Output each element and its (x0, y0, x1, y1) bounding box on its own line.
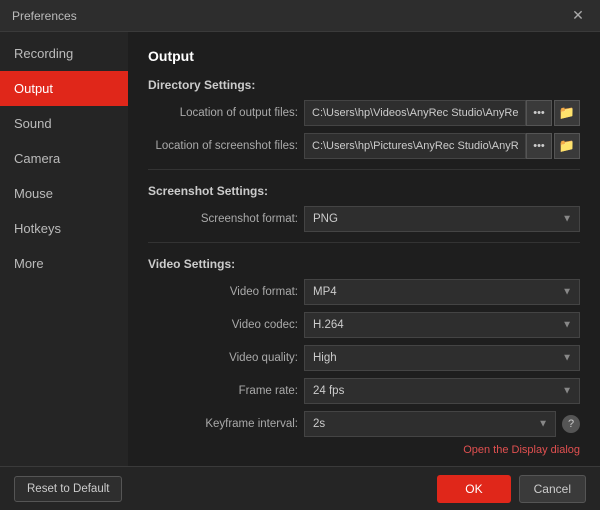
screenshot-files-row: Location of screenshot files: ••• 📁 (148, 133, 580, 159)
dialog-title: Preferences (12, 9, 77, 23)
title-bar: Preferences ✕ (0, 0, 600, 32)
preferences-dialog: Preferences ✕ Recording Output Sound Cam… (0, 0, 600, 510)
reset-button[interactable]: Reset to Default (14, 476, 122, 502)
output-files-input-group: ••• 📁 (304, 100, 580, 126)
output-files-row: Location of output files: ••• 📁 (148, 100, 580, 126)
sidebar-item-hotkeys[interactable]: Hotkeys (0, 211, 128, 246)
video-section-title: Video Settings: (148, 257, 580, 271)
output-folder-button[interactable]: 📁 (554, 100, 580, 126)
screenshot-format-select[interactable]: PNG JPG BMP GIF (304, 206, 580, 232)
close-button[interactable]: ✕ (568, 6, 588, 26)
video-quality-label: Video quality: (148, 352, 298, 364)
divider-2 (148, 242, 580, 243)
display-dialog-link[interactable]: Open the Display dialog (148, 444, 580, 456)
sidebar-item-more[interactable]: More (0, 246, 128, 281)
screenshot-files-input-group: ••• 📁 (304, 133, 580, 159)
keyframe-row: Keyframe interval: 1s2s3s5s ▼ ? (148, 411, 580, 437)
sidebar: Recording Output Sound Camera Mouse Hotk… (0, 32, 128, 466)
video-format-label: Video format: (148, 286, 298, 298)
cancel-button[interactable]: Cancel (519, 475, 586, 503)
video-codec-label: Video codec: (148, 319, 298, 331)
sidebar-item-sound[interactable]: Sound (0, 106, 128, 141)
footer-right: OK Cancel (437, 475, 586, 503)
sidebar-item-mouse[interactable]: Mouse (0, 176, 128, 211)
sidebar-item-recording[interactable]: Recording (0, 36, 128, 71)
divider-1 (148, 169, 580, 170)
screenshot-files-input[interactable] (304, 133, 526, 159)
output-dots-button[interactable]: ••• (526, 100, 552, 126)
directory-section-title: Directory Settings: (148, 78, 580, 92)
page-title: Output (148, 48, 580, 64)
screenshot-section-title: Screenshot Settings: (148, 184, 580, 198)
video-codec-select[interactable]: H.264H.265MPEG-4 (304, 312, 580, 338)
content-area: Recording Output Sound Camera Mouse Hotk… (0, 32, 600, 466)
frame-rate-row: Frame rate: 15 fps20 fps24 fps30 fps60 f… (148, 378, 580, 404)
frame-rate-wrapper: 15 fps20 fps24 fps30 fps60 fps ▼ (304, 378, 580, 404)
video-quality-select[interactable]: LowMediumHighLossless (304, 345, 580, 371)
video-format-wrapper: MP4MOVAVIWMVMKV ▼ (304, 279, 580, 305)
video-codec-row: Video codec: H.264H.265MPEG-4 ▼ (148, 312, 580, 338)
keyframe-label: Keyframe interval: (148, 418, 298, 430)
screenshot-format-row: Screenshot format: PNG JPG BMP GIF ▼ (148, 206, 580, 232)
screenshot-files-label: Location of screenshot files: (148, 140, 298, 152)
ok-button[interactable]: OK (437, 475, 510, 503)
keyframe-select[interactable]: 1s2s3s5s (304, 411, 556, 437)
frame-rate-label: Frame rate: (148, 385, 298, 397)
screenshot-format-wrapper: PNG JPG BMP GIF ▼ (304, 206, 580, 232)
frame-rate-select[interactable]: 15 fps20 fps24 fps30 fps60 fps (304, 378, 580, 404)
screenshot-folder-button[interactable]: 📁 (554, 133, 580, 159)
video-quality-row: Video quality: LowMediumHighLossless ▼ (148, 345, 580, 371)
output-files-label: Location of output files: (148, 107, 298, 119)
video-quality-wrapper: LowMediumHighLossless ▼ (304, 345, 580, 371)
screenshot-dots-button[interactable]: ••• (526, 133, 552, 159)
video-codec-wrapper: H.264H.265MPEG-4 ▼ (304, 312, 580, 338)
output-files-input[interactable] (304, 100, 526, 126)
main-content: Output Directory Settings: Location of o… (128, 32, 600, 466)
sidebar-item-camera[interactable]: Camera (0, 141, 128, 176)
footer: Reset to Default OK Cancel (0, 466, 600, 510)
screenshot-format-label: Screenshot format: (148, 213, 298, 225)
sidebar-item-output[interactable]: Output (0, 71, 128, 106)
keyframe-help-button[interactable]: ? (562, 415, 580, 433)
video-format-select[interactable]: MP4MOVAVIWMVMKV (304, 279, 580, 305)
video-format-row: Video format: MP4MOVAVIWMVMKV ▼ (148, 279, 580, 305)
keyframe-wrapper: 1s2s3s5s ▼ (304, 411, 556, 437)
